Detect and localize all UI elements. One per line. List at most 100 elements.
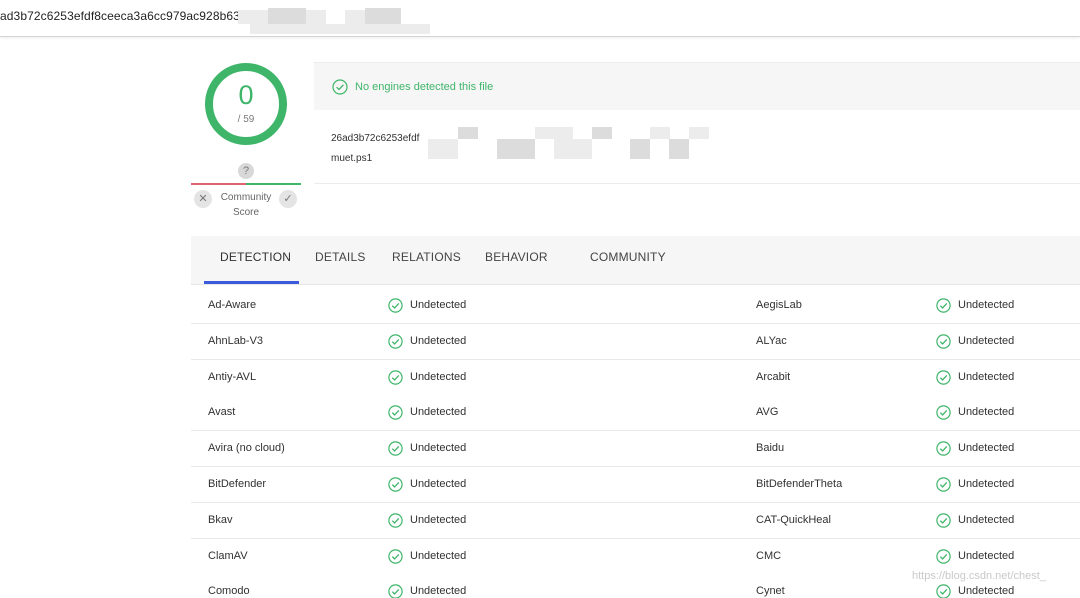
engine-result: Undetected: [410, 478, 467, 490]
undetected-check-icon: [936, 334, 951, 349]
detected-count: 0: [238, 80, 254, 110]
engine-name: Arcabit: [756, 370, 791, 383]
undetected-check-icon: [388, 584, 403, 598]
redacted-block: [592, 127, 612, 139]
engine-result: Undetected: [410, 513, 467, 526]
engine-name: ALYac: [756, 334, 787, 347]
engine-name: AegisLab: [756, 299, 802, 311]
redacted-block: [650, 127, 670, 139]
tab-details[interactable]: DETAILS: [315, 250, 366, 264]
undetected-check-icon: [388, 298, 403, 313]
redacted-block: [268, 8, 306, 24]
redacted-block: [306, 10, 326, 24]
engine-result: Undetected: [410, 334, 467, 347]
file-hash-value[interactable]: 26ad3b72c6253efdf: [331, 133, 419, 144]
vote-malicious-icon[interactable]: ✕: [194, 190, 212, 208]
engine-name: Bkav: [208, 513, 233, 526]
engine-name: Cynet: [756, 585, 785, 598]
file-summary-card: No engines detected this file 26ad3b72c6…: [314, 62, 1080, 184]
detection-table: Ad-Aware Undetected AegisLab Undetected AhnL…: [191, 288, 1080, 598]
undetected-check-icon: [936, 548, 951, 564]
redacted-block: [250, 24, 430, 34]
detection-banner: No engines detected this file: [314, 63, 1080, 110]
detection-row: BitDefender Undetected BitDefenderTheta Und…: [191, 467, 1080, 503]
undetected-check-icon: [388, 441, 403, 456]
detection-row: Avast Undetected AVG Undetected: [191, 395, 1080, 432]
engine-result: Undetected: [410, 585, 467, 598]
engine-result: Undetected: [958, 334, 1015, 347]
community-score-negative-bar: [191, 183, 246, 185]
undetected-check-icon: [388, 548, 403, 564]
engine-name: Baidu: [756, 442, 785, 455]
undetected-check-icon: [388, 513, 403, 528]
engine-result: Undetected: [958, 478, 1015, 490]
redacted-block: [669, 139, 689, 159]
detection-row: Avira (no cloud) Undetected Baidu Undetecte…: [191, 431, 1080, 468]
engine-name: Ad-Aware: [208, 299, 257, 311]
file-hash-header: ad3b72c6253efdf8ceeca3a6cc979ac928b630: [0, 0, 1080, 37]
undetected-check-icon: [936, 298, 951, 313]
engine-result: Undetected: [958, 513, 1015, 526]
file-hash-title: ad3b72c6253efdf8ceeca3a6cc979ac928b630: [0, 9, 247, 23]
engine-result: Undetected: [410, 549, 467, 562]
undetected-check-icon: [936, 513, 951, 528]
detection-row: Ad-Aware Undetected AegisLab Undetected: [191, 288, 1080, 324]
engine-name: BitDefender: [208, 478, 267, 490]
engine-result: Undetected: [410, 370, 467, 383]
community-score-positive-bar: [246, 183, 301, 185]
tab-relations[interactable]: RELATIONS: [392, 250, 461, 264]
file-name-value: muet.ps1: [331, 153, 373, 164]
detection-row: Bkav Undetected CAT-QuickHeal Undetected: [191, 502, 1080, 539]
redacted-block: [238, 10, 268, 24]
total-engines: / 59: [237, 114, 255, 125]
engine-result: Undetected: [958, 549, 1015, 562]
vote-harmless-icon[interactable]: ✓: [279, 190, 297, 208]
engine-name: AVG: [756, 406, 779, 419]
active-tab-indicator: [204, 281, 299, 284]
help-icon[interactable]: ?: [238, 163, 254, 179]
engine-name: Avast: [208, 406, 236, 419]
tab-community[interactable]: COMMUNITY: [590, 250, 666, 264]
undetected-check-icon: [936, 441, 951, 456]
engine-result: Undetected: [410, 299, 467, 311]
undetected-check-icon: [388, 369, 403, 385]
engine-result: Undetected: [958, 406, 1015, 419]
community-score-label: Community Score: [214, 190, 278, 220]
redacted-block: [345, 10, 365, 24]
undetected-check-icon: [388, 405, 403, 421]
detection-banner-text: No engines detected this file: [355, 81, 494, 93]
engine-name: CAT-QuickHeal: [756, 513, 831, 526]
engine-name: BitDefenderTheta: [756, 478, 843, 490]
redacted-block: [630, 139, 650, 159]
engine-result: Undetected: [958, 442, 1015, 455]
engine-result: Undetected: [410, 442, 467, 455]
undetected-check-icon: [936, 477, 951, 492]
detection-score-ring: 0 / 59: [204, 62, 288, 146]
redacted-block: [535, 127, 573, 139]
engine-name: Antiy-AVL: [208, 370, 257, 383]
redacted-block: [689, 127, 709, 139]
engine-result: Undetected: [958, 585, 1015, 598]
detection-row: AhnLab-V3 Undetected ALYac Undetected: [191, 323, 1080, 360]
undetected-check-icon: [936, 584, 951, 598]
engine-result: Undetected: [958, 370, 1015, 383]
redacted-block: [554, 139, 592, 159]
tab-behavior[interactable]: BEHAVIOR: [485, 250, 548, 264]
undetected-check-icon: [936, 405, 951, 421]
engine-result: Undetected: [958, 299, 1015, 311]
file-tabs: DETECTION DETAILS RELATIONS BEHAVIOR COM…: [191, 236, 1080, 285]
watermark-text: https://blog.csdn.net/chest_: [912, 570, 1046, 582]
detection-row: Antiy-AVL Undetected Arcabit Undetected: [191, 359, 1080, 396]
engine-name: Avira (no cloud): [208, 442, 285, 455]
undetected-check-icon: [388, 334, 403, 349]
redacted-block: [365, 8, 401, 24]
engine-name: AhnLab-V3: [208, 334, 264, 347]
tab-detection[interactable]: DETECTION: [220, 250, 291, 264]
engine-name: ClamAV: [208, 549, 248, 562]
redacted-block: [428, 139, 458, 159]
undetected-check-icon: [388, 477, 403, 492]
community-score-line-2: Score: [232, 207, 260, 218]
engine-name: CMC: [756, 549, 782, 562]
engine-result: Undetected: [410, 406, 467, 419]
redacted-block: [458, 127, 478, 139]
